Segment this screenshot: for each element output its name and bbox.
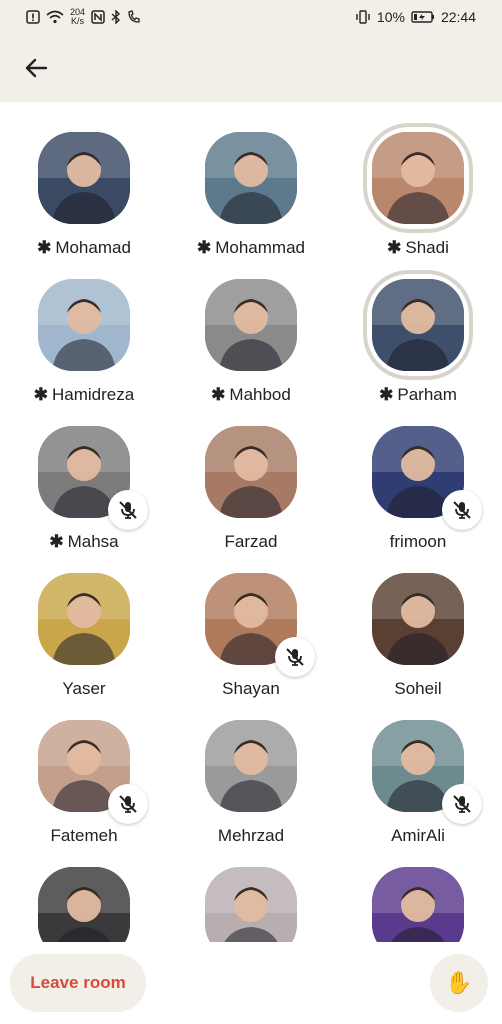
leave-room-button[interactable]: Leave room xyxy=(10,954,146,1012)
participant-tile[interactable]: Mehrzad xyxy=(181,690,321,845)
participant-tile[interactable] xyxy=(181,837,321,942)
participant-grid: ✱ Mohamad ✱ Mohammad ✱ Shadi ✱ Hamidreza ✱ Mahbod… xyxy=(0,102,502,942)
mic-off-icon xyxy=(453,795,471,813)
raise-hand-button[interactable]: ✋ xyxy=(430,954,488,1012)
participant-tile[interactable] xyxy=(348,837,488,942)
mic-off-icon xyxy=(119,501,137,519)
room-header xyxy=(0,34,502,102)
participant-tile[interactable]: ✱ Parham xyxy=(348,249,488,404)
mic-off-icon xyxy=(453,501,471,519)
wifi-icon xyxy=(46,10,64,24)
clock: 22:44 xyxy=(440,9,476,25)
participant-tile[interactable]: AmirAli xyxy=(348,690,488,845)
muted-mic-badge xyxy=(108,784,148,824)
network-speed: 204 K/s xyxy=(70,8,85,26)
status-left: 204 K/s xyxy=(26,8,141,26)
network-speed-unit: K/s xyxy=(71,16,85,26)
participant-tile[interactable]: Soheil xyxy=(348,543,488,698)
muted-mic-badge xyxy=(275,637,315,677)
participant-tile[interactable]: Fatemeh xyxy=(14,690,154,845)
status-bar: 204 K/s 10% 22:44 xyxy=(0,0,502,34)
room-footer: Leave room ✋ xyxy=(0,942,502,1024)
vibrate-icon xyxy=(356,10,370,24)
participant-tile[interactable]: frimoon xyxy=(348,396,488,551)
muted-mic-badge xyxy=(442,490,482,530)
mic-off-icon xyxy=(286,648,304,666)
nfc-icon xyxy=(91,10,105,24)
participant-tile[interactable]: ✱ Mohamad xyxy=(14,102,154,257)
avatar xyxy=(38,867,130,942)
participant-tile[interactable]: Farzad xyxy=(181,396,321,551)
avatar xyxy=(38,573,130,665)
participant-tile[interactable]: ✱ Mohammad xyxy=(181,102,321,257)
avatar xyxy=(372,132,464,224)
avatar xyxy=(205,867,297,942)
avatar xyxy=(205,132,297,224)
participant-tile[interactable]: ✱ Mahsa xyxy=(14,396,154,551)
alert-icon xyxy=(26,10,40,24)
battery-percent: 10% xyxy=(376,9,405,25)
mic-off-icon xyxy=(119,795,137,813)
muted-mic-badge xyxy=(442,784,482,824)
participant-tile[interactable]: Shayan xyxy=(181,543,321,698)
avatar xyxy=(205,720,297,812)
avatar xyxy=(372,573,464,665)
bluetooth-icon xyxy=(111,10,121,24)
participant-tile[interactable] xyxy=(14,837,154,942)
avatar xyxy=(372,867,464,942)
participant-tile[interactable]: Yaser xyxy=(14,543,154,698)
avatar xyxy=(38,279,130,371)
participant-tile[interactable]: ✱ Hamidreza xyxy=(14,249,154,404)
avatar xyxy=(38,132,130,224)
participant-tile[interactable]: ✱ Mahbod xyxy=(181,249,321,404)
avatar xyxy=(205,426,297,518)
muted-mic-badge xyxy=(108,490,148,530)
avatar xyxy=(372,279,464,371)
raised-hand-icon: ✋ xyxy=(445,970,473,995)
phone-wifi-icon xyxy=(128,10,140,23)
arrow-left-icon xyxy=(25,58,48,78)
avatar xyxy=(205,279,297,371)
battery-icon xyxy=(411,11,434,23)
back-button[interactable] xyxy=(20,52,52,84)
status-right: 10% 22:44 xyxy=(355,9,476,25)
participant-tile[interactable]: ✱ Shadi xyxy=(348,102,488,257)
